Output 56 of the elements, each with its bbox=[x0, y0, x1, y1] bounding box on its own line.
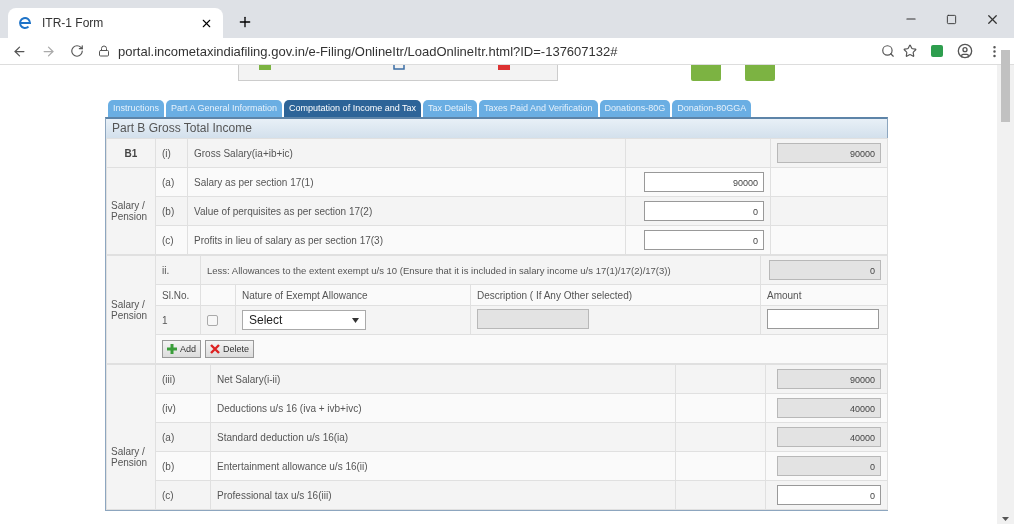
amount-field[interactable]: 40000 bbox=[777, 427, 881, 447]
allowance-dropdown[interactable]: Select bbox=[242, 310, 366, 330]
row-description: Less: Allowances to the extent exempt u/s 10 (Ensure that it is included in salary income u/s 17(1)/17(2)/17(3)) bbox=[200, 255, 761, 285]
amount-field[interactable]: 90000 bbox=[644, 172, 764, 192]
row-index: ii. bbox=[155, 255, 201, 285]
group-label: Salary / Pension bbox=[106, 255, 156, 364]
row-checkbox[interactable] bbox=[207, 314, 218, 326]
column-header: Description ( If Any Other selected) bbox=[470, 284, 761, 306]
row-description: Salary as per section 17(1) bbox=[187, 167, 626, 197]
row-description: Deductions u/s 16 (iva + ivb+ivc) bbox=[210, 393, 676, 423]
plus-icon bbox=[167, 344, 177, 354]
amount-field[interactable]: 40000 bbox=[777, 398, 881, 418]
lock-icon bbox=[98, 45, 110, 57]
form-tab[interactable]: Computation of Income and Tax bbox=[284, 100, 421, 117]
amount-field[interactable]: 90000 bbox=[777, 369, 881, 389]
row-description: Entertainment allowance u/s 16(ii) bbox=[210, 451, 676, 481]
browser-logo-icon bbox=[18, 16, 32, 30]
row-label: B1 bbox=[106, 138, 156, 168]
amount-field[interactable]: 90000 bbox=[777, 143, 881, 163]
reload-icon[interactable] bbox=[70, 44, 84, 58]
address-bar[interactable]: portal.incometaxindiafiling.gov.in/e-Filing/OnlineItr/LoadOnlineItr.html?ID=-137607132# bbox=[118, 43, 873, 59]
row-description: Professional tax u/s 16(iii) bbox=[210, 480, 676, 510]
row-description: Standard deduction u/s 16(ia) bbox=[210, 422, 676, 452]
amount-field[interactable]: 0 bbox=[644, 230, 764, 250]
row-description: Net Salary(i-ii) bbox=[210, 364, 676, 394]
caret-icon bbox=[352, 317, 359, 323]
profile-icon[interactable] bbox=[957, 43, 973, 59]
description-field[interactable] bbox=[477, 309, 589, 329]
amount-field[interactable]: 0 bbox=[644, 201, 764, 221]
zoom-icon[interactable] bbox=[881, 44, 895, 58]
x-icon bbox=[210, 344, 220, 354]
new-tab-icon[interactable] bbox=[237, 14, 253, 30]
forward-icon[interactable] bbox=[41, 43, 56, 59]
add-button[interactable]: Add bbox=[162, 340, 201, 358]
back-icon[interactable] bbox=[12, 43, 27, 59]
amount-field[interactable] bbox=[767, 309, 879, 329]
tab-title: ITR-1 Form bbox=[42, 16, 105, 30]
row-index: (iii) bbox=[155, 364, 211, 394]
section-title: Part B Gross Total Income bbox=[106, 119, 887, 138]
amount-field[interactable]: 0 bbox=[769, 260, 881, 280]
row-description: Value of perquisites as per section 17(2) bbox=[187, 196, 626, 226]
scroll-down-icon[interactable] bbox=[1002, 517, 1009, 521]
row-index: (i) bbox=[155, 138, 188, 168]
row-description: Gross Salary(ia+ib+ic) bbox=[187, 138, 626, 168]
group-label: Salary / Pension bbox=[106, 364, 156, 510]
scrollbar-thumb[interactable] bbox=[1001, 50, 1010, 122]
star-icon[interactable] bbox=[903, 44, 917, 58]
row-description: Profits in lieu of salary as per section 17(3) bbox=[187, 225, 626, 255]
group-label: Salary / Pension bbox=[106, 167, 156, 255]
amount-field[interactable]: 0 bbox=[777, 485, 881, 505]
delete-button[interactable]: Delete bbox=[205, 340, 255, 358]
browser-tab[interactable]: ITR-1 Form bbox=[8, 8, 223, 38]
maximize-icon[interactable] bbox=[946, 13, 957, 25]
amount-field[interactable]: 0 bbox=[777, 456, 881, 476]
extension-icon[interactable] bbox=[931, 45, 943, 57]
column-header: Nature of Exempt Allowance bbox=[235, 284, 471, 306]
